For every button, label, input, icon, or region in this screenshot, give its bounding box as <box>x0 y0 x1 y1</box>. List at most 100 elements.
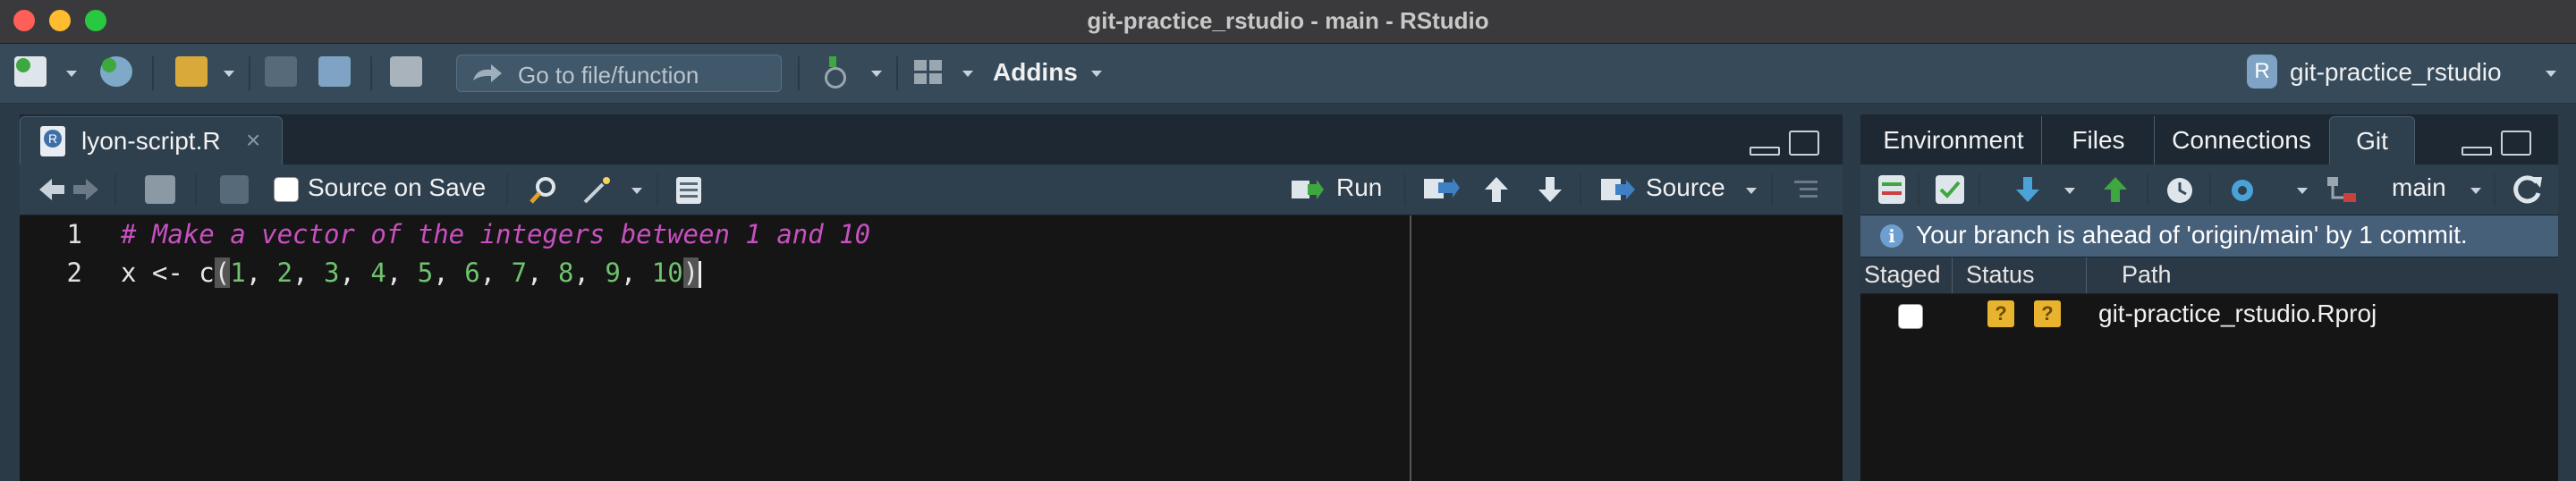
chevron-down-icon[interactable] <box>962 71 973 77</box>
chevron-down-icon[interactable] <box>1091 71 1102 77</box>
editor-toolbar: Source on Save Run Source <box>20 165 1843 215</box>
source-on-save-label: Source on Save <box>308 173 487 201</box>
gear-icon[interactable] <box>2227 175 2258 206</box>
arrow-right-icon <box>473 64 502 82</box>
main-toolbar: Go to file/function Addins R git-practic… <box>0 44 2576 104</box>
project-menu[interactable]: git-practice_rstudio <box>2290 58 2502 87</box>
toolbar-divider <box>2494 173 2496 206</box>
status-badge: ? <box>1987 300 2014 327</box>
code-token: x <- c <box>121 257 215 288</box>
rerun-icon[interactable] <box>1422 175 1462 204</box>
branch-status-bar: i Your branch is ahead of 'origin/main' … <box>1860 215 2558 257</box>
file-path: git-practice_rstudio.Rproj <box>2098 300 2377 327</box>
print-margin <box>1410 215 1411 481</box>
toolbar-divider <box>2209 173 2211 206</box>
line-number: 1 <box>66 219 82 249</box>
go-to-file-input[interactable]: Go to file/function <box>456 55 782 92</box>
tab-connections[interactable]: Connections <box>2154 116 2328 165</box>
maximize-pane-icon[interactable] <box>1789 131 1819 156</box>
tab-lyon-script[interactable]: R lyon-script.R × <box>20 116 283 165</box>
run-button[interactable]: Run <box>1336 173 1382 202</box>
r-project-icon: R <box>2247 55 2277 89</box>
source-on-save-checkbox[interactable] <box>274 177 299 202</box>
back-arrow-icon[interactable] <box>38 177 66 202</box>
diff-icon[interactable] <box>1878 175 1905 204</box>
chevron-down-icon[interactable] <box>2064 188 2075 194</box>
code-token: ( <box>214 257 231 288</box>
toolbar-divider <box>657 173 658 206</box>
title-bar: git-practice_rstudio - main - RStudio <box>0 0 2576 44</box>
tab-label: lyon-script.R <box>81 127 221 155</box>
toolbar-divider <box>896 56 898 90</box>
branch-icon[interactable] <box>2326 175 2358 206</box>
minimize-pane-icon[interactable] <box>1750 147 1780 156</box>
print-icon[interactable] <box>390 56 422 87</box>
staged-checkbox[interactable] <box>1898 304 1923 329</box>
save-icon[interactable] <box>265 56 297 87</box>
toolbar-divider <box>1404 173 1406 206</box>
pull-icon[interactable] <box>2014 175 2041 204</box>
chevron-down-icon[interactable] <box>871 71 882 77</box>
column-header-status[interactable]: Status <box>1966 261 2035 289</box>
save-icon[interactable] <box>220 175 249 204</box>
show-in-window-icon[interactable] <box>145 175 175 204</box>
column-header-path[interactable]: Path <box>2122 261 2172 289</box>
forward-arrow-icon[interactable] <box>72 177 100 202</box>
code-token: 1 <box>230 257 246 288</box>
open-folder-icon[interactable] <box>175 56 208 87</box>
chevron-down-icon[interactable] <box>66 71 77 77</box>
push-icon[interactable] <box>2102 175 2129 204</box>
refresh-icon[interactable] <box>2510 173 2544 207</box>
git-table-header: Staged Status Path <box>1860 257 2558 294</box>
go-to-file-placeholder: Go to file/function <box>518 62 699 89</box>
new-project-icon[interactable] <box>100 56 132 87</box>
code-line-comment: # Make a vector of the integers between … <box>121 219 871 249</box>
toolbar-divider <box>152 56 154 90</box>
chevron-down-icon[interactable] <box>631 188 642 194</box>
chevron-down-icon[interactable] <box>2297 188 2308 194</box>
chevron-down-icon[interactable] <box>2546 71 2556 77</box>
addins-menu[interactable]: Addins <box>993 58 1078 87</box>
history-icon[interactable] <box>2165 175 2195 206</box>
toolbar-divider <box>1580 173 1581 206</box>
window-title: git-practice_rstudio - main - RStudio <box>1087 7 1489 34</box>
source-icon[interactable] <box>1599 177 1639 202</box>
minimize-pane-icon[interactable] <box>2462 147 2492 156</box>
info-icon: i <box>1880 224 1903 248</box>
toolbar-divider <box>370 56 372 90</box>
chevron-down-icon[interactable] <box>2470 188 2481 194</box>
toolbar-divider <box>249 56 250 90</box>
toolbar-divider <box>2147 173 2148 206</box>
compile-report-icon[interactable] <box>676 177 701 204</box>
toolbar-divider <box>1918 173 1919 206</box>
tab-git[interactable]: Git <box>2329 116 2415 165</box>
code-editor[interactable] <box>20 215 1843 481</box>
magic-wand-icon[interactable] <box>580 173 615 206</box>
document-outline-icon[interactable] <box>1794 179 1818 200</box>
run-icon[interactable] <box>1290 177 1326 202</box>
git-file-list: ? ? git-practice_rstudio.Rproj <box>1860 294 2558 481</box>
arrow-down-icon[interactable] <box>1537 175 1563 204</box>
toolbar-divider <box>798 56 800 90</box>
workspace-panes-icon[interactable] <box>912 56 945 87</box>
vcs-icon[interactable] <box>819 56 846 89</box>
chevron-down-icon[interactable] <box>224 71 234 77</box>
tab-files[interactable]: Files <box>2041 116 2155 165</box>
maximize-pane-icon[interactable] <box>2501 131 2531 156</box>
status-badge: ? <box>2034 300 2061 327</box>
chevron-down-icon[interactable] <box>1746 188 1757 194</box>
search-icon[interactable] <box>528 175 558 206</box>
tab-environment[interactable]: Environment <box>1866 116 2041 165</box>
text-cursor <box>699 261 702 288</box>
commit-icon[interactable] <box>1936 175 1964 204</box>
toolbar-divider <box>195 173 197 206</box>
arrow-up-icon[interactable] <box>1483 175 1510 204</box>
new-file-icon[interactable] <box>14 56 47 87</box>
table-row[interactable]: ? ? git-practice_rstudio.Rproj <box>1860 294 2558 339</box>
save-all-icon[interactable] <box>318 56 351 87</box>
toolbar-divider <box>114 173 116 206</box>
close-icon[interactable]: × <box>246 126 260 155</box>
source-button[interactable]: Source <box>1646 173 1725 202</box>
branch-selector[interactable]: main <box>2392 173 2446 202</box>
column-header-staged[interactable]: Staged <box>1864 261 1941 289</box>
